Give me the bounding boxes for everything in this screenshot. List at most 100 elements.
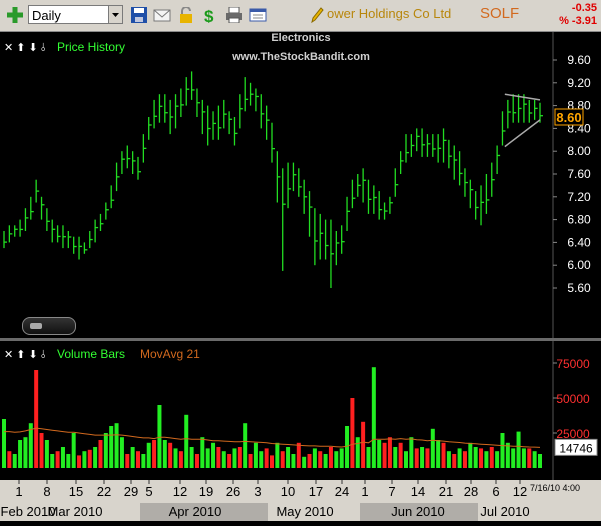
- volume-bar: [173, 448, 178, 468]
- change-value: -0.35: [571, 2, 597, 14]
- volume-bar: [462, 451, 467, 468]
- last-volume-label: 14746: [559, 441, 593, 455]
- volume-bar: [109, 426, 114, 468]
- day-tick-label: 17: [309, 484, 323, 499]
- month-label: Mar 2010: [48, 504, 103, 519]
- volume-bar: [114, 423, 119, 468]
- volume-bar: [194, 454, 199, 468]
- volume-bar: [119, 437, 124, 468]
- volume-bar: [200, 437, 205, 468]
- triangle-upper-line: [504, 93, 541, 101]
- month-label: May 2010: [276, 504, 333, 519]
- volume-bar: [425, 448, 430, 468]
- volume-bar: [98, 440, 103, 468]
- volume-bar: [227, 454, 232, 468]
- volume-bar: [184, 414, 189, 468]
- volume-bar: [221, 451, 226, 468]
- volume-bar: [216, 447, 221, 468]
- volume-tick-label: 75000: [556, 357, 590, 371]
- volume-tick-label: 50000: [556, 392, 590, 406]
- volume-bar: [7, 451, 12, 468]
- volume-chart: 75000500002500014746: [2, 341, 598, 480]
- pencil-icon[interactable]: [309, 6, 325, 24]
- price-tick-label: 9.20: [567, 76, 591, 90]
- save-icon[interactable]: [130, 7, 148, 23]
- volume-bar: [446, 451, 451, 468]
- volume-bar: [430, 428, 435, 468]
- ticker-symbol[interactable]: SOLF: [480, 5, 519, 22]
- stamp-time: 4:00: [562, 483, 581, 493]
- period-dropdown-button[interactable]: [108, 5, 123, 24]
- volume-bar: [414, 448, 419, 468]
- volume-bar: [50, 454, 55, 468]
- volume-bar: [436, 440, 441, 468]
- email-icon[interactable]: [153, 7, 171, 23]
- volume-bar: [318, 451, 323, 468]
- day-tick-label: 21: [439, 484, 453, 499]
- volume-bar: [125, 454, 130, 468]
- last-price-label: 8.60: [556, 110, 581, 125]
- chevron-down-icon: [112, 13, 119, 17]
- volume-bar: [538, 454, 542, 468]
- day-tick-label: 22: [97, 484, 111, 499]
- volume-bar: [162, 440, 167, 468]
- volume-bar: [296, 442, 301, 468]
- volume-bar: [291, 454, 296, 468]
- volume-bar: [521, 448, 526, 468]
- volume-bar: [457, 448, 462, 468]
- price-tick-label: 6.00: [567, 258, 591, 272]
- day-tick-label: 14: [411, 484, 425, 499]
- volume-bar: [211, 442, 216, 468]
- volume-bar: [23, 437, 28, 468]
- volume-bar: [398, 442, 403, 468]
- price-tick-label: 7.60: [567, 167, 591, 181]
- volume-bar: [516, 431, 521, 468]
- volume-bar: [527, 448, 532, 468]
- movavg-line: [4, 427, 541, 448]
- volume-bar: [377, 440, 382, 468]
- dollar-icon[interactable]: $: [201, 7, 219, 23]
- triangle-lower-line: [504, 119, 541, 148]
- volume-bar: [264, 448, 269, 468]
- volume-bar: [243, 423, 248, 468]
- volume-bar: [452, 454, 457, 468]
- stamp-date: 7/16/10: [530, 483, 561, 493]
- price-tick-label: 5.60: [567, 281, 591, 295]
- day-tick-label: 1: [15, 484, 22, 499]
- day-tick-label: 12: [173, 484, 187, 499]
- volume-bar: [505, 442, 510, 468]
- volume-bar: [157, 405, 162, 468]
- volume-bar: [93, 447, 98, 468]
- volume-bar: [82, 451, 87, 468]
- volume-bar: [259, 451, 264, 468]
- volume-bar: [136, 451, 140, 468]
- price-change: -0.35 % -3.91: [559, 2, 597, 28]
- volume-bar: [44, 440, 49, 468]
- data-window-icon[interactable]: [249, 7, 267, 23]
- volume-bar: [441, 442, 446, 468]
- volume-bar: [71, 433, 76, 468]
- day-tick-label: 15: [69, 484, 83, 499]
- volume-bar: [286, 447, 291, 468]
- volume-bar: [103, 433, 108, 468]
- month-label: Jul 2010: [480, 504, 529, 519]
- volume-bar: [34, 370, 39, 468]
- volume-bar: [473, 447, 478, 468]
- price-tick-label: 6.80: [567, 213, 591, 227]
- volume-bar: [393, 447, 398, 468]
- volume-bar: [479, 448, 484, 468]
- volume-bar: [275, 442, 280, 468]
- add-indicator-icon[interactable]: [6, 6, 24, 24]
- day-tick-label: 7: [388, 484, 395, 499]
- volume-bar: [146, 442, 151, 468]
- price-tick-label: 9.60: [567, 53, 591, 67]
- volume-bar: [323, 454, 328, 468]
- day-tick-label: 19: [199, 484, 213, 499]
- volume-bar: [87, 449, 92, 468]
- volume-bar: [387, 437, 392, 468]
- volume-bar: [312, 448, 317, 468]
- day-tick-label: 1: [361, 484, 368, 499]
- lock-icon[interactable]: [177, 7, 195, 23]
- print-icon[interactable]: [225, 7, 243, 23]
- volume-bar: [495, 451, 500, 468]
